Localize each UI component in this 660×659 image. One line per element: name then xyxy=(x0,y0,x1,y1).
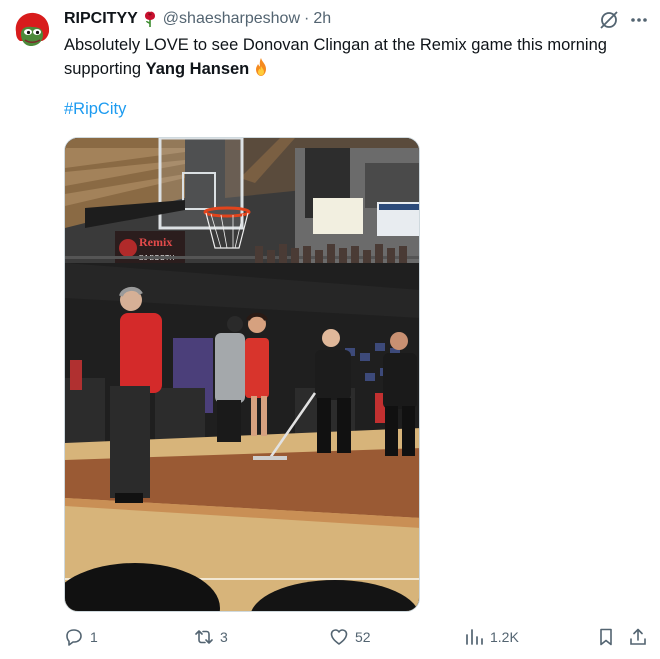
like-button[interactable]: 52 xyxy=(329,624,371,650)
like-count: 52 xyxy=(355,629,371,645)
reply-count: 1 xyxy=(90,629,98,645)
retweet-button[interactable]: 3 xyxy=(194,624,228,650)
heart-icon xyxy=(330,629,348,645)
views-button[interactable]: 1.2K xyxy=(464,624,519,650)
tweet-text: Absolutely LOVE to see Donovan Clingan a… xyxy=(64,34,649,81)
rose-icon xyxy=(141,10,159,28)
retweet-count: 3 xyxy=(220,629,228,645)
avatar[interactable] xyxy=(12,10,52,50)
hashtag-ripcity[interactable]: #RipCity xyxy=(64,100,126,119)
basketball-court-photo: Remix DJ BOOTH xyxy=(65,138,419,611)
action-bar: 1 3 52 1.2K xyxy=(64,624,654,650)
tweet-card[interactable]: RIPCITYY @shaesharpeshow · 2h Absolutely… xyxy=(0,0,660,659)
frog-avatar-icon xyxy=(12,10,52,50)
banner-remix: Remix xyxy=(139,235,172,249)
views-chart-icon xyxy=(466,629,483,645)
author-handle[interactable]: @shaesharpeshow xyxy=(163,10,300,28)
separator-dot: · xyxy=(304,10,310,27)
mention-yang-hansen: Yang Hansen xyxy=(145,60,250,78)
display-name[interactable]: RIPCITYY xyxy=(64,10,138,28)
grok-icon[interactable] xyxy=(598,9,620,31)
bookmark-icon xyxy=(600,628,612,646)
tweet-time[interactable]: 2h xyxy=(313,10,331,28)
fire-icon xyxy=(251,57,271,77)
views-count: 1.2K xyxy=(490,629,519,645)
reply-button[interactable]: 1 xyxy=(64,624,98,650)
more-options-icon[interactable] xyxy=(628,9,650,31)
tweet-header: RIPCITYY @shaesharpeshow · 2h xyxy=(64,8,331,30)
reply-icon xyxy=(66,629,82,646)
bookmark-button[interactable] xyxy=(596,624,616,650)
share-icon xyxy=(630,628,646,645)
tweet-photo[interactable]: Remix DJ BOOTH xyxy=(64,137,420,612)
share-button[interactable] xyxy=(628,624,648,650)
retweet-icon xyxy=(195,630,213,644)
